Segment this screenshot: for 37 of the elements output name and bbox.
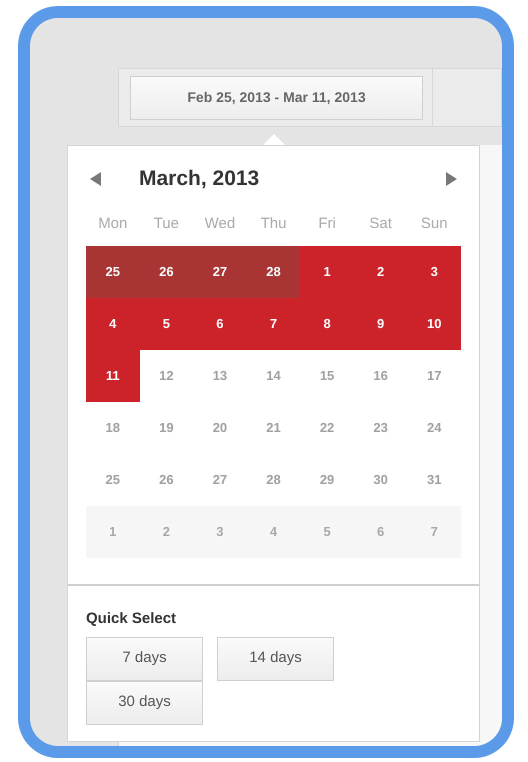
calendar-day[interactable]: 8: [300, 298, 354, 350]
quick-select-button[interactable]: 30 days: [86, 680, 203, 724]
next-month-icon[interactable]: [446, 172, 457, 186]
weekday-label: Sat: [368, 214, 393, 234]
calendar-day[interactable]: 5: [140, 298, 194, 350]
calendar-day[interactable]: 7: [246, 298, 300, 350]
date-range-button[interactable]: Feb 25, 2013 - Mar 11, 2013: [130, 76, 423, 120]
calendar-day[interactable]: 27: [193, 246, 247, 298]
previous-month-icon[interactable]: [90, 172, 101, 186]
calendar-day[interactable]: 28: [246, 246, 300, 298]
weekday-label: Thu: [260, 214, 288, 234]
calendar-day[interactable]: 5: [300, 506, 354, 558]
weekday-label: Mon: [97, 214, 128, 234]
quick-select-button[interactable]: 7 days: [86, 636, 203, 680]
calendar-day[interactable]: 2: [354, 246, 408, 298]
calendar-day[interactable]: 2: [140, 506, 194, 558]
calendar-day[interactable]: 9: [354, 298, 408, 350]
calendar-day[interactable]: 26: [140, 246, 194, 298]
calendar-day[interactable]: 25: [86, 246, 140, 298]
calendar-day[interactable]: 4: [246, 506, 300, 558]
weekday-label: Sun: [420, 214, 449, 234]
weekday-label: Tue: [152, 214, 180, 234]
calendar-day[interactable]: 3: [193, 506, 247, 558]
calendar-day[interactable]: 1: [300, 246, 354, 298]
calendar-day[interactable]: 10: [407, 298, 461, 350]
calendar-day[interactable]: 6: [354, 506, 408, 558]
calendar-day[interactable]: 4: [86, 298, 140, 350]
quick-select-button[interactable]: 14 days: [217, 636, 334, 680]
calendar-day[interactable]: 6: [193, 298, 247, 350]
weekday-label: Fri: [317, 214, 337, 234]
calendar-day[interactable]: 3: [407, 246, 461, 298]
weekday-label: Wed: [204, 214, 236, 234]
calendar-day[interactable]: 7: [407, 506, 461, 558]
quick-select-title: Quick Select: [86, 609, 178, 629]
calendar-day[interactable]: 1: [86, 506, 140, 558]
calendar-day[interactable]: 11: [86, 350, 140, 402]
month-title: March, 2013: [139, 166, 260, 192]
